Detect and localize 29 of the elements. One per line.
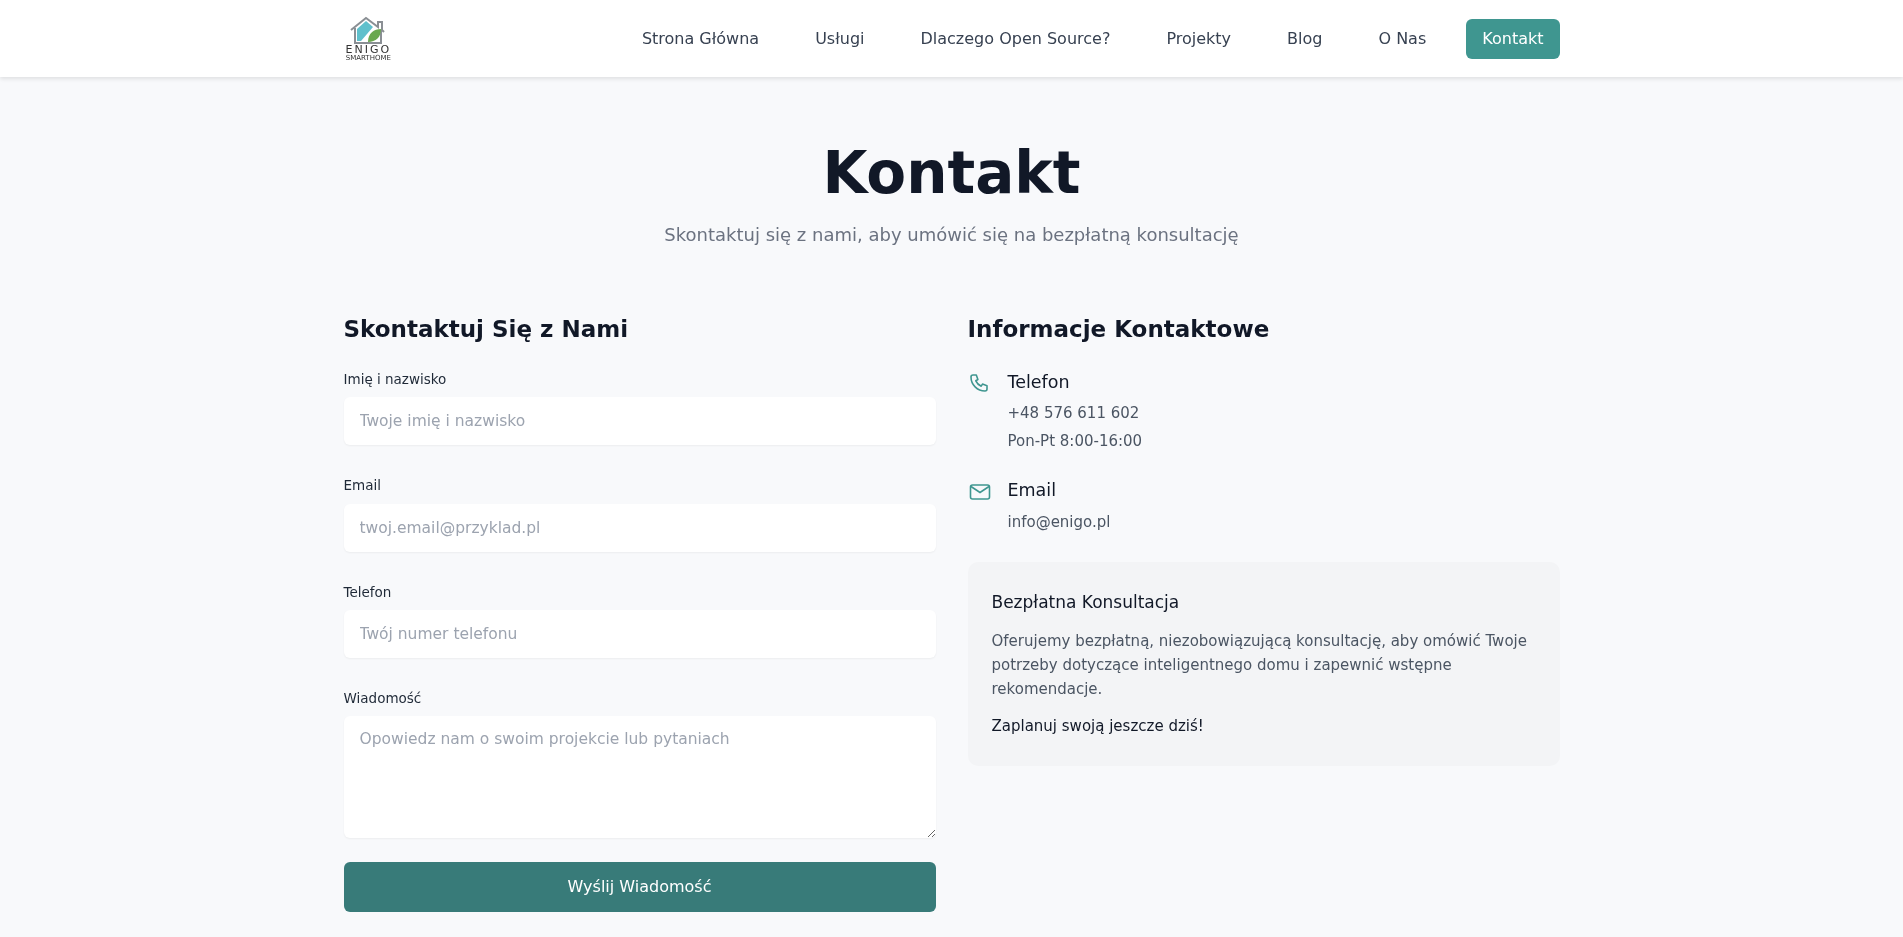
contact-detail: Pon-Pt 8:00-16:00 xyxy=(1007,431,1143,453)
consultation-text: Oferujemy bezpłatną, niezobowiązującą konsultację, aby omówić Twoje potrzeby dotyczące inteligentnego domu i zapewnić wstępne rekomendacje. xyxy=(991,631,1528,701)
field-label: Imię i nazwisko xyxy=(343,370,448,390)
field-label: Wiadomość xyxy=(343,688,423,708)
form-heading: Skontaktuj Się z Nami xyxy=(343,315,630,344)
input-field[interactable]: Twoje imię i nazwisko xyxy=(343,397,936,446)
nav-link[interactable]: Projekty xyxy=(1150,18,1248,59)
nav-link[interactable]: Strona Główna xyxy=(625,18,776,59)
page-subtitle: Skontaktuj się z nami, aby umówić się na bezpłatną konsultację xyxy=(664,223,1239,245)
page-title: Kontakt xyxy=(822,139,1081,209)
send-button[interactable]: Wyślij Wiadomość xyxy=(343,862,936,913)
field-label: Email xyxy=(343,476,382,496)
message-field[interactable]: Opowiedz nam o swoim projekcie lub pytaniach xyxy=(343,716,936,839)
input-field[interactable]: Twój numer telefonu xyxy=(343,609,936,658)
nav-link[interactable]: O Nas xyxy=(1362,18,1443,59)
contact-label: Telefon xyxy=(1007,371,1071,395)
nav-link[interactable]: Kontakt xyxy=(1466,18,1560,59)
nav-link[interactable]: Usługi xyxy=(799,18,881,59)
logo-text: ENIGO xyxy=(345,43,392,55)
contact-detail: info@enigo.pl xyxy=(1007,511,1111,533)
field-label: Telefon xyxy=(343,582,393,602)
input-field[interactable]: twoj.email@przyklad.pl xyxy=(343,503,936,552)
contact-label: Email xyxy=(1007,479,1058,503)
info-heading: Informacje Kontaktowe xyxy=(967,315,1271,344)
nav-link[interactable]: Dlaczego Open Source? xyxy=(904,18,1127,59)
consultation-title: Bezpłatna Konsultacja xyxy=(991,590,1181,614)
contact-detail: +48 576 611 602 xyxy=(1007,403,1141,425)
nav-link[interactable]: Blog xyxy=(1271,18,1339,59)
consultation-cta: Zaplanuj swoją jeszcze dziś! xyxy=(991,716,1205,738)
